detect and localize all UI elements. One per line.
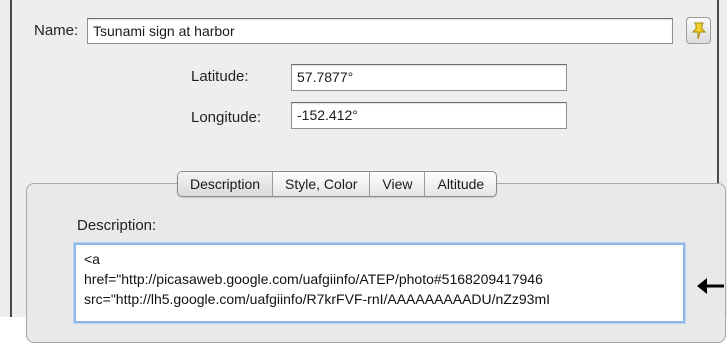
pushpin-style-button[interactable] <box>686 17 711 44</box>
tab-style-color[interactable]: Style, Color <box>273 172 371 196</box>
latitude-label: Latitude: <box>191 68 249 85</box>
tab-altitude[interactable]: Altitude <box>425 172 496 196</box>
name-field[interactable]: Tsunami sign at harbor <box>87 18 673 44</box>
description-line: href="http://picasaweb.google.com/uafgii… <box>84 271 543 287</box>
pushpin-icon <box>691 22 707 40</box>
tab-view[interactable]: View <box>370 172 426 196</box>
latitude-field[interactable]: 57.7877° <box>291 64 567 91</box>
placemark-properties-window: Name: Tsunami sign at harbor Latitude: 5… <box>0 0 727 343</box>
tab-description[interactable]: Description <box>178 172 274 196</box>
name-label: Name: <box>34 22 79 39</box>
description-textarea[interactable]: <a href="http://picasaweb.google.com/uaf… <box>74 243 685 323</box>
left-arrow-icon <box>697 278 724 294</box>
tab-bar: Description Style, Color View Altitude <box>177 171 498 197</box>
longitude-label: Longitude: <box>191 109 262 126</box>
longitude-field[interactable]: -152.412° <box>291 102 567 129</box>
description-label: Description: <box>77 217 157 234</box>
description-line: <a <box>84 251 100 267</box>
description-line: src="http://lh5.google.com/uafgiinfo/R7k… <box>84 291 550 307</box>
